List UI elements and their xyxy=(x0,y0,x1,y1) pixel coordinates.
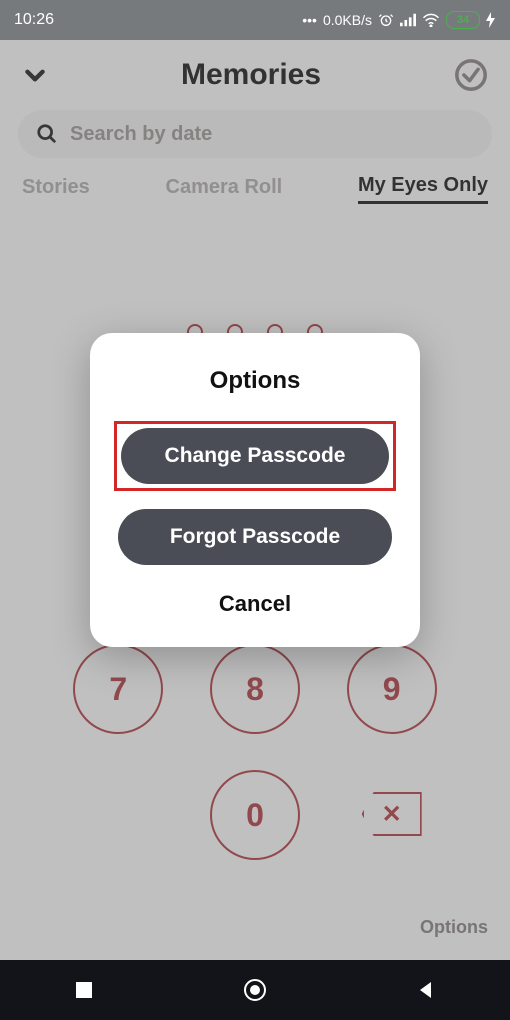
nav-back-icon[interactable] xyxy=(416,980,436,1000)
change-passcode-button[interactable]: Change Passcode xyxy=(121,428,389,484)
key-7[interactable]: 7 xyxy=(73,644,163,734)
cancel-button[interactable]: Cancel xyxy=(114,591,396,617)
keypad: 7 8 9 0 ✕ xyxy=(0,644,510,860)
key-9[interactable]: 9 xyxy=(347,644,437,734)
search-placeholder: Search by date xyxy=(70,123,212,146)
key-8[interactable]: 8 xyxy=(210,644,300,734)
alarm-icon xyxy=(378,12,394,28)
tab-my-eyes-only[interactable]: My Eyes Only xyxy=(358,174,488,204)
page-title: Memories xyxy=(181,58,321,92)
charging-icon xyxy=(486,12,496,28)
header: Memories xyxy=(0,40,510,104)
nav-home-icon[interactable] xyxy=(242,977,268,1003)
tutorial-highlight: Change Passcode xyxy=(114,421,396,491)
forgot-passcode-button[interactable]: Forgot Passcode xyxy=(118,509,392,565)
tabs: Stories Camera Roll My Eyes Only xyxy=(0,172,510,214)
backspace-key[interactable]: ✕ xyxy=(362,792,422,836)
status-dots: ••• xyxy=(302,12,317,28)
status-right: ••• 0.0KB/s 34 xyxy=(302,11,496,29)
options-link[interactable]: Options xyxy=(420,917,488,938)
search-icon xyxy=(36,123,58,145)
status-net-speed: 0.0KB/s xyxy=(323,12,372,28)
nav-recent-icon[interactable] xyxy=(74,980,94,1000)
battery-icon: 34 xyxy=(446,11,480,29)
options-modal: Options Change Passcode Forgot Passcode … xyxy=(90,333,420,647)
status-bar: 10:26 ••• 0.0KB/s 34 xyxy=(0,0,510,40)
status-time: 10:26 xyxy=(14,11,54,29)
chevron-down-icon[interactable] xyxy=(22,62,48,88)
wifi-icon xyxy=(422,13,440,27)
backspace-glyph: ✕ xyxy=(382,800,402,829)
key-0[interactable]: 0 xyxy=(210,770,300,860)
modal-title: Options xyxy=(114,367,396,395)
search-input[interactable]: Search by date xyxy=(18,110,492,158)
battery-level: 34 xyxy=(457,14,469,26)
android-navbar xyxy=(0,960,510,1020)
tab-camera-roll[interactable]: Camera Roll xyxy=(166,176,283,203)
signal-icon xyxy=(400,13,416,27)
tab-stories[interactable]: Stories xyxy=(22,176,90,203)
key-empty xyxy=(73,770,163,860)
select-check-icon[interactable] xyxy=(454,58,488,92)
